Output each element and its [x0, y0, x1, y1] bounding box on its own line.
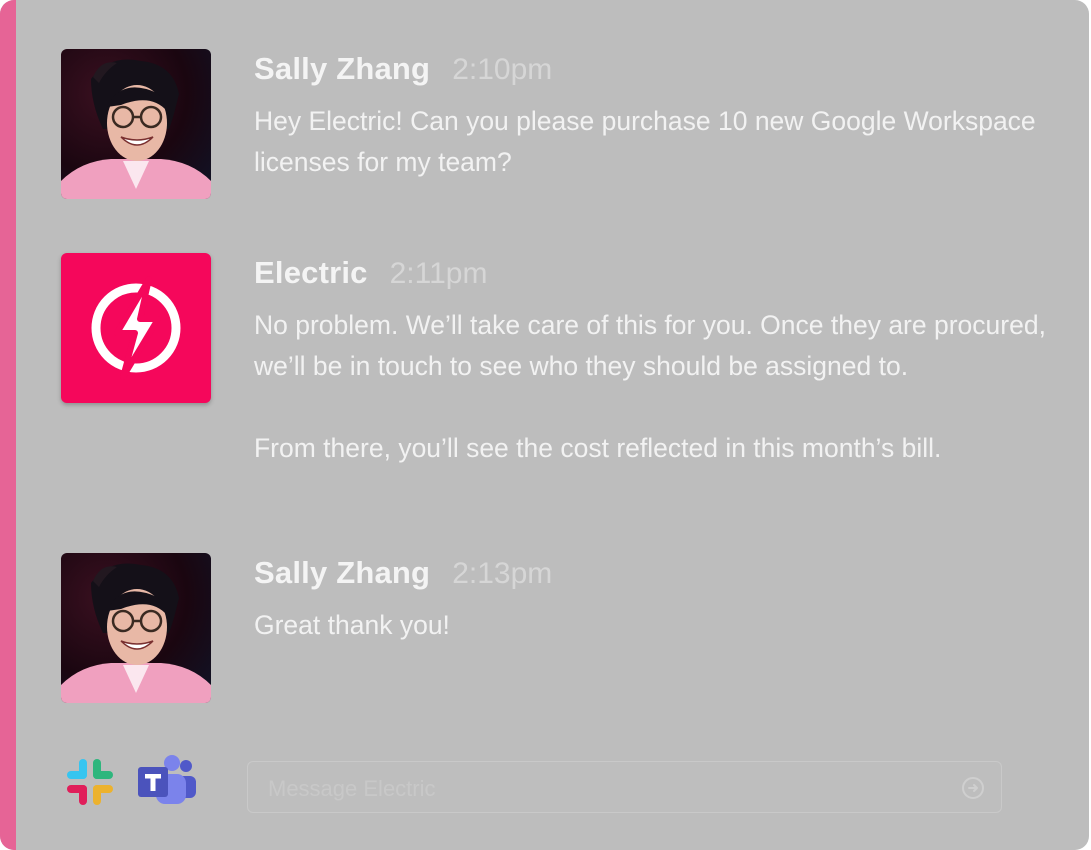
slack-icon[interactable]	[62, 754, 122, 814]
electric-bolt-icon	[91, 276, 181, 380]
avatar	[61, 553, 211, 703]
teams-icon[interactable]	[136, 754, 196, 814]
message-time: 2:13pm	[452, 557, 553, 590]
message-input[interactable]	[266, 770, 930, 808]
sender-name: Sally Zhang	[254, 51, 431, 86]
send-button[interactable]	[961, 776, 985, 800]
message-text: No problem. We’ll take care of this for …	[254, 305, 1054, 469]
avatar	[61, 49, 211, 199]
message-time: 2:11pm	[389, 257, 488, 290]
user-photo-icon	[61, 563, 211, 703]
message-header: Sally Zhang 2:13pm	[254, 555, 552, 591]
user-photo-icon	[61, 59, 211, 199]
message-paragraph: No problem. We’ll take care of this for …	[254, 310, 1046, 381]
message-paragraph: Great thank you!	[254, 610, 450, 640]
message-text: Hey Electric! Can you please purchase 10…	[254, 101, 1054, 183]
message-time: 2:10pm	[452, 53, 553, 86]
message-text: Great thank you!	[254, 605, 1054, 646]
send-icon	[962, 777, 984, 799]
avatar	[61, 253, 211, 403]
message-header: Sally Zhang 2:10pm	[254, 51, 552, 87]
message-header: Electric 2:11pm	[254, 255, 487, 291]
sender-name: Electric	[254, 255, 368, 290]
message-composer	[247, 761, 1002, 813]
accent-bar	[0, 0, 16, 850]
chat-panel: Sally Zhang 2:10pm Hey Electric! Can you …	[0, 0, 1089, 850]
sender-name: Sally Zhang	[254, 555, 431, 590]
message-paragraph: From there, you’ll see the cost reflecte…	[254, 433, 942, 463]
message-paragraph: Hey Electric! Can you please purchase 10…	[254, 106, 1036, 177]
